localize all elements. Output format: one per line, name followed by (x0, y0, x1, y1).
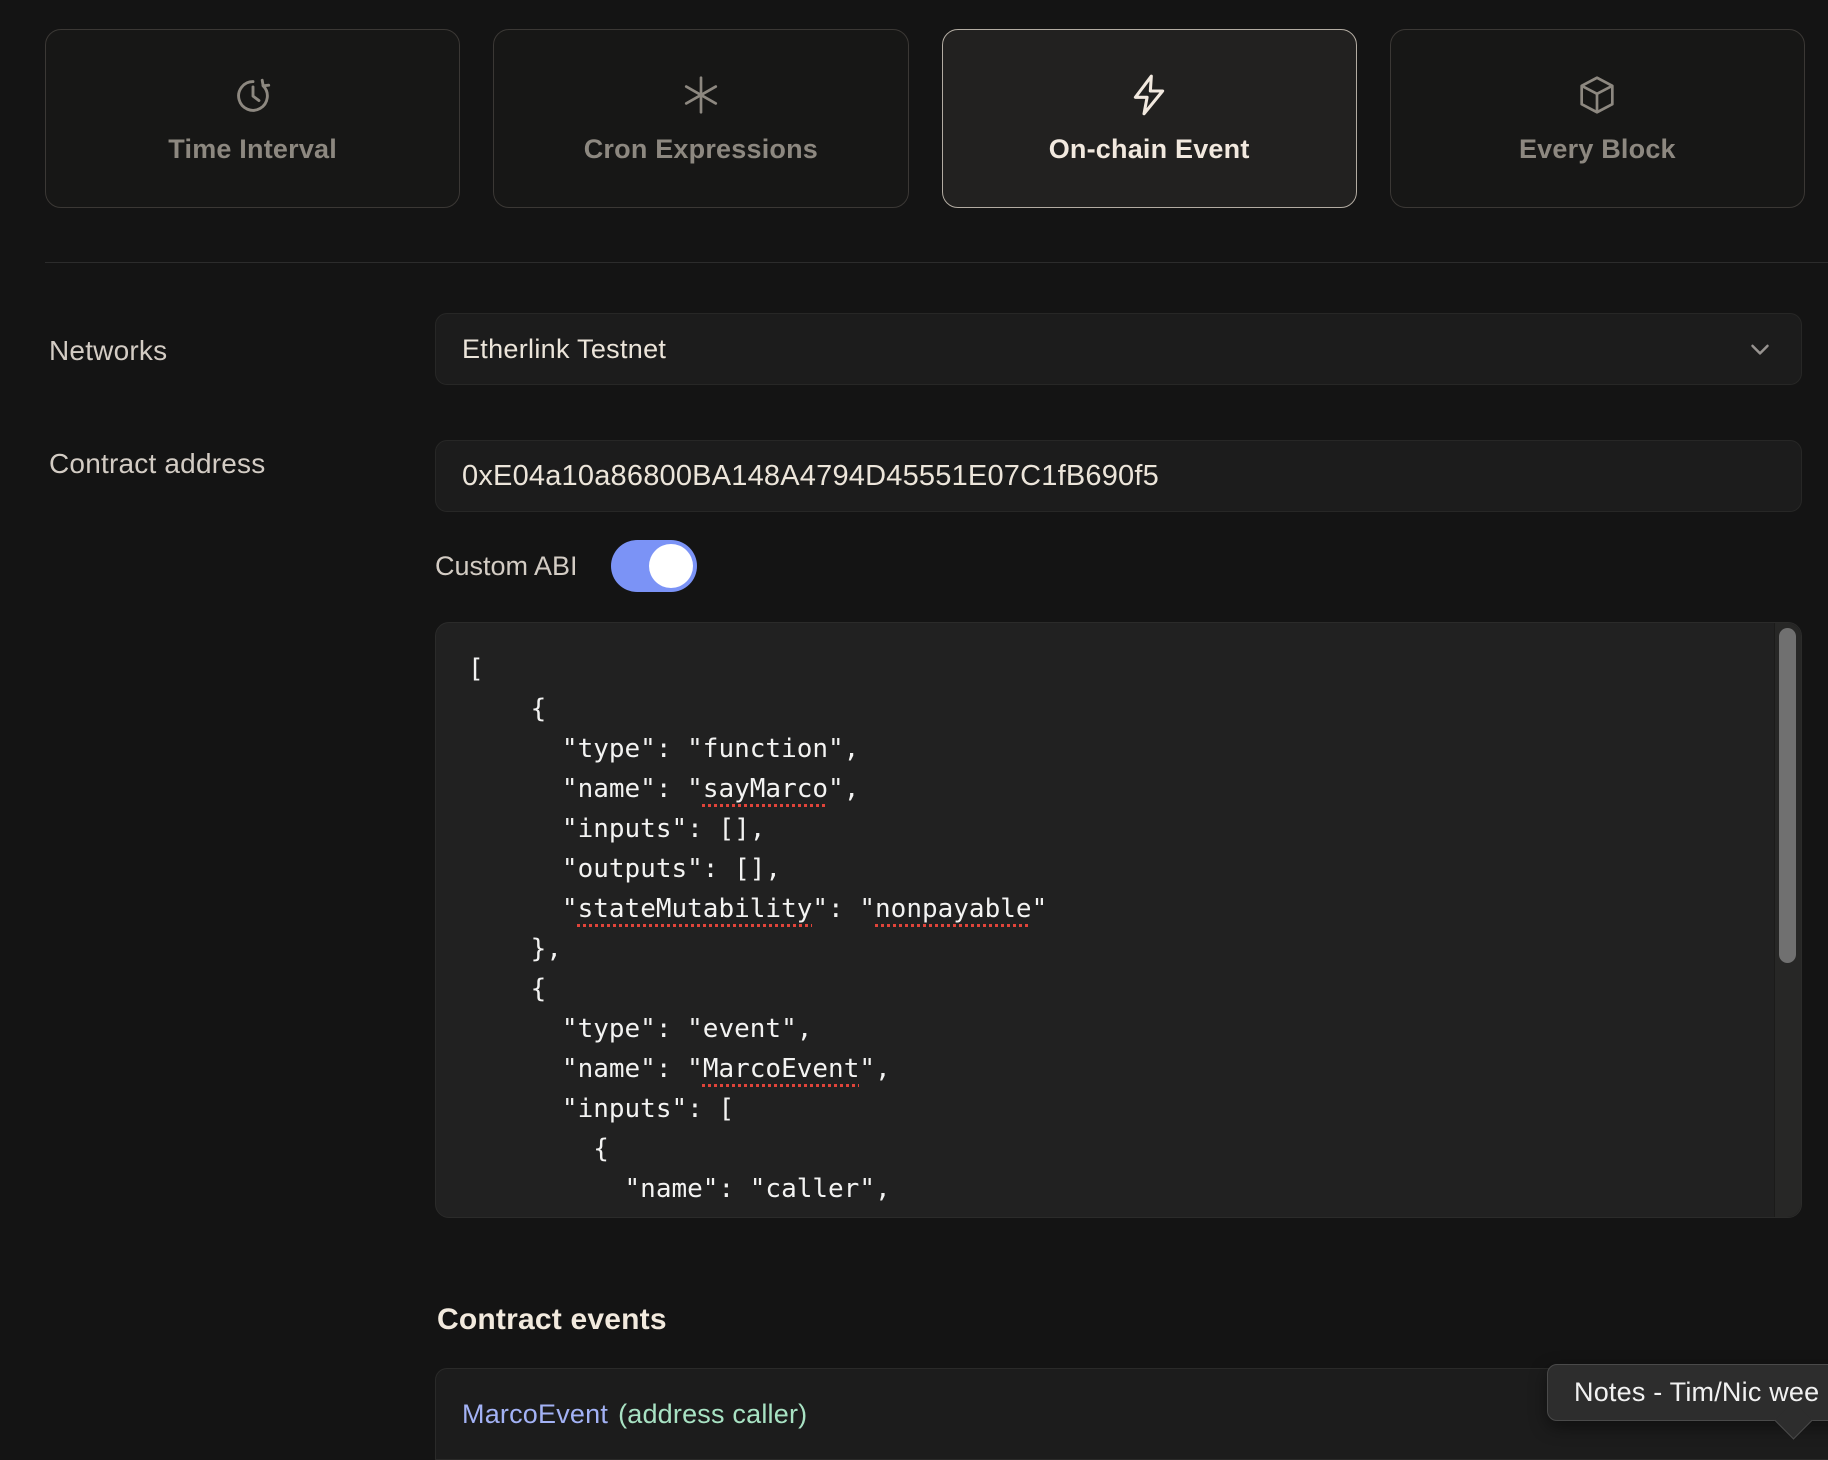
trigger-card-label: Time Interval (168, 134, 337, 165)
custom-abi-row: Custom ABI (435, 540, 697, 592)
contract-address-label: Contract address (49, 448, 409, 480)
networks-selected-value: Etherlink Testnet (462, 334, 1745, 365)
custom-abi-toggle[interactable] (611, 540, 697, 592)
asterisk-icon (678, 72, 724, 118)
editor-scrollbar-thumb[interactable] (1779, 628, 1796, 963)
section-divider (45, 262, 1828, 263)
abi-editor[interactable]: [ { "type": "function", "name": "sayMarc… (435, 622, 1802, 1218)
custom-abi-label: Custom ABI (435, 551, 578, 582)
notes-tooltip-text: Notes - Tim/Nic wee (1574, 1377, 1819, 1408)
trigger-card-cron-expressions[interactable]: Cron Expressions (493, 29, 908, 208)
notes-tooltip: Notes - Tim/Nic wee (1547, 1364, 1828, 1421)
trigger-card-label: Every Block (1519, 134, 1676, 165)
chevron-down-icon (1745, 334, 1775, 364)
editor-scrollbar-track[interactable] (1774, 623, 1801, 1217)
contract-address-field (435, 440, 1802, 512)
trigger-card-label: On-chain Event (1049, 134, 1250, 165)
networks-select[interactable]: Etherlink Testnet (435, 313, 1802, 385)
contract-events-heading: Contract events (437, 1303, 667, 1337)
lightning-icon (1126, 72, 1172, 118)
event-name: MarcoEvent (462, 1399, 608, 1430)
networks-label: Networks (49, 335, 409, 367)
trigger-card-label: Cron Expressions (584, 134, 818, 165)
clock-history-icon (230, 72, 276, 118)
trigger-card-time-interval[interactable]: Time Interval (45, 29, 460, 208)
cube-icon (1574, 72, 1620, 118)
trigger-card-every-block[interactable]: Every Block (1390, 29, 1805, 208)
trigger-type-selector: Time Interval Cron Expressions On-chain … (45, 29, 1805, 208)
abi-editor-code[interactable]: [ { "type": "function", "name": "sayMarc… (436, 623, 1771, 1217)
trigger-card-onchain-event[interactable]: On-chain Event (942, 29, 1357, 208)
toggle-knob (649, 544, 693, 588)
event-params: (address caller) (618, 1399, 807, 1430)
contract-address-input[interactable] (462, 460, 1775, 493)
